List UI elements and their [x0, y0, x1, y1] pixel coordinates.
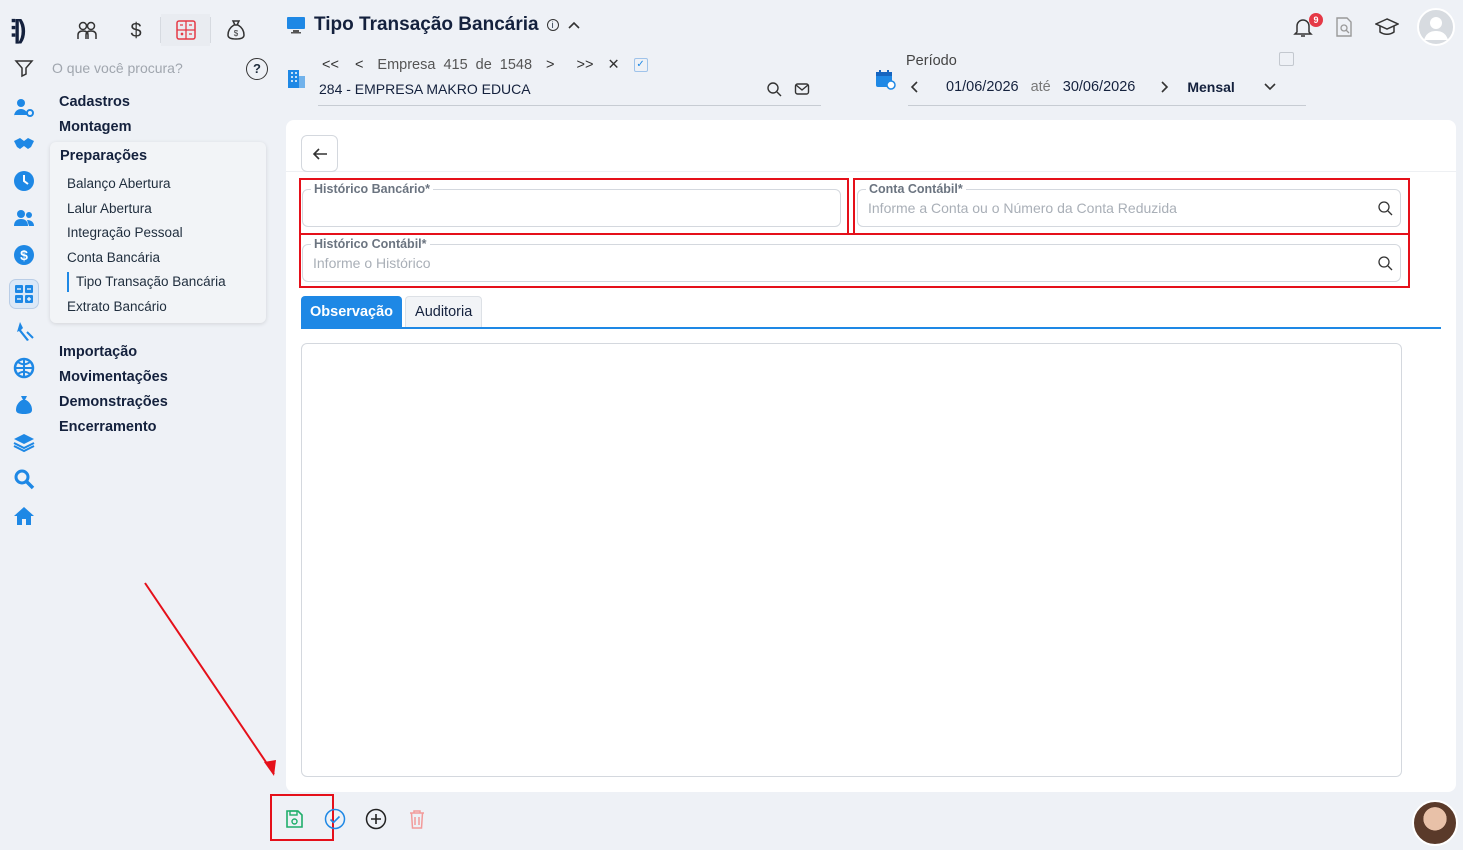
- divider: [318, 105, 821, 106]
- check-circle-icon[interactable]: [324, 808, 346, 830]
- home-icon[interactable]: [11, 503, 37, 529]
- first-company-button[interactable]: <<: [322, 57, 339, 73]
- period-start[interactable]: 01/06/2026: [946, 79, 1019, 95]
- app-logo[interactable]: ⫶|): [10, 14, 27, 46]
- assistant-avatar[interactable]: [1412, 800, 1458, 846]
- menu-item-extrato-bancario[interactable]: Extrato Bancário: [60, 297, 266, 322]
- search-icon[interactable]: [766, 81, 782, 97]
- handshake-icon[interactable]: [11, 131, 37, 157]
- user-avatar[interactable]: [1417, 8, 1455, 46]
- tab-auditoria[interactable]: Auditoria: [405, 296, 483, 327]
- menu-item-conta-bancaria[interactable]: Conta Bancária: [60, 248, 266, 273]
- moneybag-icon[interactable]: [11, 392, 37, 418]
- company-of: de: [475, 57, 492, 73]
- dollar-icon[interactable]: $: [111, 14, 160, 46]
- svg-text:$: $: [130, 20, 141, 41]
- company-selector: << < Empresa 415 de 1548 > >> ✕ ✓ 284 - …: [286, 54, 821, 106]
- layers-icon[interactable]: [11, 429, 37, 455]
- svg-text:$: $: [233, 29, 238, 38]
- prev-company-button[interactable]: <: [355, 57, 363, 73]
- arrow-left-icon: [312, 147, 327, 160]
- annotation-box: [299, 178, 849, 235]
- menu-group-encerramento[interactable]: Encerramento: [59, 417, 269, 442]
- menu-group-demonstracoes[interactable]: Demonstrações: [59, 392, 269, 417]
- document-search-icon[interactable]: [1333, 16, 1355, 38]
- period-selector: Período 01/06/2026 até 30/06/2026 Mensal: [874, 50, 1306, 106]
- divider: [908, 105, 1306, 106]
- chevron-left-icon[interactable]: [910, 81, 920, 93]
- calculator-icon[interactable]: [9, 279, 39, 309]
- menu-item-balanco-abertura[interactable]: Balanço Abertura: [60, 174, 266, 199]
- period-until: até: [1030, 79, 1051, 95]
- tools-icon[interactable]: [11, 318, 37, 344]
- next-company-button[interactable]: >: [546, 57, 554, 73]
- period-end[interactable]: 30/06/2026: [1063, 79, 1136, 95]
- search-icon[interactable]: [11, 466, 37, 492]
- menu-search[interactable]: O que você procura? ?: [52, 58, 268, 80]
- clear-company-button[interactable]: ✕: [607, 57, 619, 73]
- calculator-icon[interactable]: [161, 14, 210, 46]
- company-total: 1548: [499, 57, 533, 73]
- annotation-box: [299, 233, 1410, 288]
- action-bar: [283, 808, 428, 830]
- menu-group-importacao[interactable]: Importação: [59, 342, 269, 367]
- last-company-button[interactable]: >>: [577, 57, 594, 73]
- chevron-down-icon[interactable]: [1263, 82, 1277, 92]
- graduation-cap-icon[interactable]: [1375, 16, 1399, 38]
- menu-item-tipo-transacao-bancaria[interactable]: Tipo Transação Bancária: [67, 272, 266, 293]
- module-switcher: $ $: [62, 14, 260, 46]
- menu-group-cadastros[interactable]: Cadastros: [59, 92, 269, 117]
- plus-circle-icon[interactable]: [365, 808, 387, 830]
- building-icon: [288, 70, 305, 88]
- users-icon[interactable]: [11, 205, 37, 231]
- back-button[interactable]: [301, 135, 338, 172]
- monitor-icon: [287, 17, 305, 34]
- clock-icon[interactable]: [11, 168, 37, 194]
- icon-rail: ⫶|) $: [0, 0, 48, 850]
- save-icon[interactable]: [283, 808, 305, 830]
- search-input[interactable]: O que você procura?: [52, 60, 183, 76]
- company-checkbox[interactable]: ✓: [633, 58, 648, 72]
- company-name[interactable]: 284 - EMPRESA MAKRO EDUCA: [319, 81, 531, 97]
- calendar-icon: [876, 70, 896, 90]
- period-checkbox[interactable]: [1279, 52, 1294, 66]
- period-label: Período: [906, 53, 957, 69]
- period-row: 01/06/2026 até 30/06/2026 Mensal: [910, 79, 1277, 95]
- moneybag-icon[interactable]: $: [211, 14, 260, 46]
- company-index: 415: [443, 57, 468, 73]
- menu-item-lalur-abertura[interactable]: Lalur Abertura: [60, 199, 266, 224]
- chevron-right-icon[interactable]: [1159, 81, 1169, 93]
- page-title: Tipo Transação Bancária: [314, 14, 539, 35]
- notification-badge: 9: [1309, 13, 1323, 27]
- notifications[interactable]: 9: [1291, 13, 1323, 39]
- tab-bar: Observação Auditoria: [301, 296, 1441, 329]
- filter-icon[interactable]: [14, 58, 34, 78]
- tab-observacao[interactable]: Observação: [301, 296, 403, 327]
- top-right-toolbar: 9: [1291, 8, 1455, 46]
- people-icon[interactable]: [62, 14, 111, 46]
- info-icon[interactable]: i: [546, 19, 559, 31]
- chevron-up-icon[interactable]: [567, 20, 581, 30]
- globe-icon[interactable]: [11, 355, 37, 381]
- menu-group-preparacoes[interactable]: Preparações: [60, 146, 266, 174]
- people-gear-icon[interactable]: [11, 95, 37, 121]
- observacao-textarea[interactable]: [301, 343, 1402, 777]
- menu-group-movimentacoes[interactable]: Movimentações: [59, 367, 269, 392]
- menu-item-integracao-pessoal[interactable]: Integração Pessoal: [60, 223, 266, 248]
- period-mode[interactable]: Mensal: [1187, 79, 1234, 95]
- company-pager: << < Empresa 415 de 1548 > >> ✕ ✓: [322, 57, 648, 73]
- dollar-icon[interactable]: $: [11, 242, 37, 268]
- trash-icon[interactable]: [406, 808, 428, 830]
- card-toolbar: [286, 120, 1456, 172]
- company-label: Empresa: [377, 57, 436, 73]
- submenu-preparacoes: Preparações Balanço Abertura Lalur Abert…: [50, 142, 266, 323]
- menu-group-montagem[interactable]: Montagem: [59, 117, 269, 142]
- annotation-box: [853, 178, 1410, 235]
- page-header: Tipo Transação Bancária i: [286, 14, 581, 36]
- svg-text:$: $: [20, 247, 28, 263]
- mail-icon[interactable]: [794, 81, 810, 97]
- help-icon[interactable]: ?: [246, 58, 268, 80]
- sidebar-menu: Cadastros Montagem Preparações Balanço A…: [50, 92, 269, 442]
